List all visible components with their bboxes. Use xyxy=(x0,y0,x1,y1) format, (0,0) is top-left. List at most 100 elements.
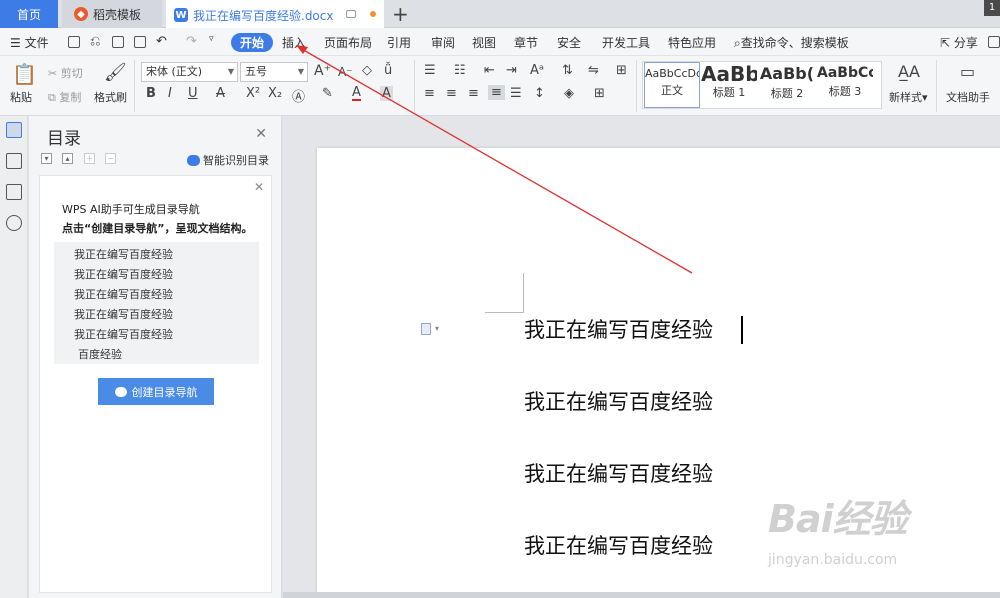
menu-review[interactable]: 审阅 xyxy=(431,34,455,51)
style-heading-3[interactable]: AaBbCc 标题 3 xyxy=(817,62,873,108)
text-case-icon[interactable]: Aᵃ xyxy=(530,63,544,78)
document-line[interactable]: 我正在编写百度经验 xyxy=(524,458,713,488)
font-size-select[interactable]: 五号 ▼ xyxy=(240,62,308,82)
cut-button[interactable]: ✂ 剪切 xyxy=(48,65,83,81)
numbered-list-icon[interactable]: ☷ xyxy=(454,63,466,78)
style-normal[interactable]: AaBbCcDd 正文 xyxy=(644,62,700,108)
doc-assistant-icon[interactable]: ▭ xyxy=(960,62,975,81)
style-heading-1[interactable]: AaBb 标题 1 xyxy=(701,62,757,108)
sort-icon[interactable]: ⇅ xyxy=(562,63,573,78)
line-spacing-icon[interactable]: ↕ xyxy=(534,86,545,101)
close-icon[interactable]: ✕ xyxy=(254,180,264,194)
print-preview-icon[interactable] xyxy=(134,36,146,48)
expand-icon[interactable]: ▴ xyxy=(62,153,73,164)
menu-insert[interactable]: 插入 xyxy=(282,34,306,51)
home-tab[interactable]: 首页 xyxy=(0,0,58,28)
undo-icon[interactable]: ↶ xyxy=(156,34,167,49)
file-menu[interactable]: ☰ 文件 xyxy=(10,34,49,51)
format-painter-icon[interactable]: 🖌 xyxy=(104,62,127,83)
monitor-icon[interactable] xyxy=(346,10,356,18)
tab-document[interactable]: W 我正在编写百度经验.docx xyxy=(166,0,384,28)
doc-assistant-button[interactable]: 文档助手 xyxy=(946,89,990,105)
title-bar: 首页 ◆ 稻壳模板 W 我正在编写百度经验.docx + 1 xyxy=(0,0,1000,28)
font-name-select[interactable]: 宋体 (正文) ▼ xyxy=(141,62,238,82)
page-icon[interactable] xyxy=(6,153,22,169)
justify-icon[interactable]: ≡ xyxy=(488,85,505,100)
show-marks-icon[interactable]: ⇋ xyxy=(588,63,599,78)
border-icon[interactable]: ⊞ xyxy=(594,86,605,101)
new-style-icon[interactable]: A̲A xyxy=(898,62,920,81)
find-icon[interactable] xyxy=(6,215,22,231)
horizontal-scrollbar[interactable] xyxy=(283,592,1000,598)
bold-icon[interactable]: B xyxy=(146,86,156,101)
document-line[interactable]: 我正在编写百度经验 xyxy=(524,386,713,416)
align-right-icon[interactable]: ≡ xyxy=(468,86,479,101)
bookmark-icon[interactable] xyxy=(6,184,22,200)
text-effect-icon[interactable]: Ⓐ xyxy=(292,86,305,105)
document-line[interactable]: 我正在编写百度经验 xyxy=(524,530,713,560)
superscript-icon[interactable]: X² xyxy=(246,86,260,101)
chevron-down-icon[interactable]: ▾ xyxy=(435,324,439,333)
add-level-icon[interactable]: + xyxy=(84,153,95,164)
strikethrough-icon[interactable]: A xyxy=(216,86,225,101)
smart-toc-button[interactable]: 智能识别目录 xyxy=(187,152,269,168)
paste-icon[interactable]: 📋 xyxy=(12,62,37,86)
grow-font-icon[interactable]: A⁺ xyxy=(314,63,331,79)
save-icon[interactable] xyxy=(68,36,80,48)
subscript-icon[interactable]: X₂ xyxy=(268,86,282,101)
create-toc-button[interactable]: 创建目录导航 xyxy=(98,378,214,405)
menu-view[interactable]: 视图 xyxy=(472,34,496,51)
window-indicator-icon[interactable]: 1 xyxy=(984,0,1000,16)
shading-fill-icon[interactable]: ◈ xyxy=(564,86,574,101)
clear-format-icon[interactable]: ◇ xyxy=(362,63,372,78)
menu-page-layout[interactable]: 页面布局 xyxy=(324,34,372,51)
style-gallery: AaBbCcDd 正文 AaBb 标题 1 AaBb( 标题 2 AaBbCc … xyxy=(642,61,882,109)
menu-chapter[interactable]: 章节 xyxy=(514,34,538,51)
toc-panel-icon[interactable] xyxy=(6,122,22,138)
search-command[interactable]: ⌕查找命令、搜索模板 xyxy=(734,34,849,51)
redo-icon[interactable]: ↷ xyxy=(186,34,197,49)
tab-daoke-templates[interactable]: ◆ 稻壳模板 xyxy=(62,0,162,28)
menu-developer[interactable]: 开发工具 xyxy=(602,34,650,51)
toc-panel: 目录 ✕ ▾ ▴ + − 智能识别目录 ✕ WPS AI助手可生成目录导航 点击… xyxy=(29,116,282,598)
highlight-icon[interactable]: ✎ xyxy=(322,86,333,101)
margin-marker xyxy=(523,273,524,313)
menu-references[interactable]: 引用 xyxy=(387,34,411,51)
shrink-font-icon[interactable]: A⁻ xyxy=(338,65,353,79)
font-color-icon[interactable]: A xyxy=(352,86,361,101)
document-line[interactable]: 我正在编写百度经验 xyxy=(524,314,713,344)
align-center-icon[interactable]: ≡ xyxy=(446,86,457,101)
close-icon[interactable]: ✕ xyxy=(255,126,267,142)
menu-start[interactable]: 开始 xyxy=(231,33,274,52)
new-tab-button[interactable]: + xyxy=(392,2,409,26)
format-painter-label[interactable]: 格式刷 xyxy=(94,89,127,105)
menu-features[interactable]: 特色应用 xyxy=(668,34,716,51)
paste-label[interactable]: 粘贴 xyxy=(10,89,32,105)
watermark-logo: Bai经验 xyxy=(768,497,908,541)
distribute-icon[interactable]: ☰ xyxy=(510,86,522,101)
quick-tool-icon[interactable]: ⎌ xyxy=(90,34,100,49)
char-shading-icon[interactable]: A xyxy=(380,86,393,101)
phonetic-icon[interactable]: ǚ xyxy=(384,63,392,78)
table-icon[interactable]: ⊞ xyxy=(616,63,627,78)
italic-icon[interactable]: I xyxy=(168,86,172,101)
collapse-icon[interactable]: ▾ xyxy=(41,153,52,164)
paragraph-icon[interactable] xyxy=(421,323,431,335)
bullet-list-icon[interactable]: ☰ xyxy=(424,63,436,78)
decrease-indent-icon[interactable]: ⇤ xyxy=(484,63,495,78)
print-icon[interactable] xyxy=(112,36,124,48)
more-icon[interactable] xyxy=(988,36,1000,48)
new-style-button[interactable]: 新样式▾ xyxy=(889,89,928,105)
unsaved-dot-icon[interactable] xyxy=(370,11,376,17)
share-button[interactable]: ⇱ 分享 xyxy=(940,34,978,51)
underline-icon[interactable]: U xyxy=(188,86,198,101)
list-item: 我正在编写百度经验 xyxy=(74,268,173,281)
style-heading-2[interactable]: AaBb( 标题 2 xyxy=(759,62,815,108)
divider xyxy=(414,60,415,112)
customize-chevron-icon[interactable]: ▿ xyxy=(209,34,214,44)
increase-indent-icon[interactable]: ⇥ xyxy=(506,63,517,78)
menu-security[interactable]: 安全 xyxy=(557,34,581,51)
copy-button[interactable]: ⧉ 复制 xyxy=(48,89,81,105)
remove-level-icon[interactable]: − xyxy=(105,153,116,164)
align-left-icon[interactable]: ≡ xyxy=(424,86,435,101)
